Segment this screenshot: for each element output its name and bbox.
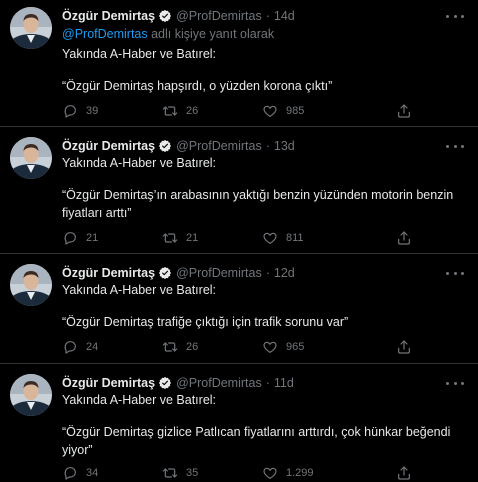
tweet[interactable]: Özgür Demirtaş @ProfDemirtas · 13d Yakın… xyxy=(0,127,478,254)
retweet-count: 21 xyxy=(186,232,199,244)
replying-to-label: @ProfDemirtas adlı kişiye yanıt olarak xyxy=(62,27,274,41)
retweet-icon xyxy=(162,230,178,246)
reply-count: 24 xyxy=(86,341,99,353)
tweet-text-quote: “Özgür Demirtaş gizlice Patlıcan fiyatla… xyxy=(62,425,454,457)
share-button[interactable] xyxy=(396,339,420,355)
reply-button[interactable]: 21 xyxy=(62,230,98,246)
tweet-text-quote: “Özgür Demirtaş’ın arabasının yaktığı be… xyxy=(62,188,457,220)
retweet-count: 26 xyxy=(186,341,199,353)
tweet-text-quote: “Özgür Demirtaş trafiğe çıktığı için tra… xyxy=(62,315,349,329)
reply-icon xyxy=(62,103,78,119)
like-count: 965 xyxy=(286,341,305,353)
tweet-timestamp[interactable]: 11d xyxy=(274,376,294,390)
reply-icon xyxy=(62,339,78,355)
tweet[interactable]: Özgür Demirtaş @ProfDemirtas · 11d Yakın… xyxy=(0,364,478,482)
like-button[interactable]: 1.299 xyxy=(262,465,314,481)
reply-count: 39 xyxy=(86,105,99,117)
share-icon xyxy=(396,103,412,119)
like-count: 1.299 xyxy=(286,467,314,479)
retweet-count: 26 xyxy=(186,105,199,117)
tweet-actions: 24 26 965 xyxy=(62,339,406,355)
verified-badge-icon xyxy=(158,9,172,23)
author-handle[interactable]: @ProfDemirtas xyxy=(176,9,262,23)
tweet-text-line1: Yakında A-Haber ve Batırel: xyxy=(62,156,217,170)
reply-button[interactable]: 24 xyxy=(62,339,98,355)
more-options-icon[interactable] xyxy=(446,11,464,21)
more-options-icon[interactable] xyxy=(446,268,464,278)
tweet-actions: 39 26 985 xyxy=(62,103,406,119)
retweet-button[interactable]: 21 xyxy=(162,230,198,246)
like-icon xyxy=(262,103,278,119)
retweet-button[interactable]: 35 xyxy=(162,465,198,481)
reply-icon xyxy=(62,230,78,246)
reply-button[interactable]: 39 xyxy=(62,103,98,119)
avatar[interactable] xyxy=(10,264,52,306)
share-button[interactable] xyxy=(396,103,420,119)
tweet-header: Özgür Demirtaş @ProfDemirtas · 13d xyxy=(62,137,295,155)
separator-dot: · xyxy=(265,139,270,153)
author-handle[interactable]: @ProfDemirtas xyxy=(176,139,262,153)
separator-dot: · xyxy=(265,9,270,23)
retweet-icon xyxy=(162,103,178,119)
author-name[interactable]: Özgür Demirtaş xyxy=(62,266,155,280)
more-options-icon[interactable] xyxy=(446,141,464,151)
retweet-button[interactable]: 26 xyxy=(162,103,198,119)
tweet-text-quote: “Özgür Demirtaş hapşırdı, o yüzden koron… xyxy=(62,79,333,93)
tweet[interactable]: Özgür Demirtaş @ProfDemirtas · 12d Yakın… xyxy=(0,254,478,364)
author-name[interactable]: Özgür Demirtaş xyxy=(62,9,155,23)
author-handle[interactable]: @ProfDemirtas xyxy=(176,376,262,390)
like-button[interactable]: 965 xyxy=(262,339,304,355)
like-count: 985 xyxy=(286,105,305,117)
author-name[interactable]: Özgür Demirtaş xyxy=(62,139,155,153)
share-icon xyxy=(396,230,412,246)
tweet-text-line1: Yakında A-Haber ve Batırel: xyxy=(62,283,217,297)
separator-dot: · xyxy=(265,266,270,280)
separator-dot: · xyxy=(265,376,270,390)
more-options-icon[interactable] xyxy=(446,378,464,388)
author-handle[interactable]: @ProfDemirtas xyxy=(176,266,262,280)
like-icon xyxy=(262,465,278,481)
reply-suffix: adlı kişiye yanıt olarak xyxy=(147,27,275,41)
reply-button[interactable]: 34 xyxy=(62,465,98,481)
share-button[interactable] xyxy=(396,465,420,481)
avatar[interactable] xyxy=(10,374,52,416)
share-icon xyxy=(396,339,412,355)
like-icon xyxy=(262,339,278,355)
reply-count: 34 xyxy=(86,467,99,479)
tweet-timestamp[interactable]: 14d xyxy=(274,9,295,23)
like-icon xyxy=(262,230,278,246)
share-button[interactable] xyxy=(396,230,420,246)
verified-badge-icon xyxy=(158,376,172,390)
tweet-header: Özgür Demirtaş @ProfDemirtas · 14d xyxy=(62,7,295,25)
like-button[interactable]: 985 xyxy=(262,103,304,119)
tweet-text-line1: Yakında A-Haber ve Batırel: xyxy=(62,47,217,61)
verified-badge-icon xyxy=(158,139,172,153)
tweet-timestamp[interactable]: 13d xyxy=(274,139,295,153)
retweet-count: 35 xyxy=(186,467,199,479)
tweet-header: Özgür Demirtaş @ProfDemirtas · 11d xyxy=(62,374,294,392)
tweet-actions: 34 35 1.299 xyxy=(62,465,406,481)
tweet-actions: 21 21 811 xyxy=(62,230,406,246)
tweet[interactable]: Özgür Demirtaş @ProfDemirtas · 14d @Prof… xyxy=(0,0,478,127)
avatar[interactable] xyxy=(10,137,52,179)
tweet-text-line1: Yakında A-Haber ve Batırel: xyxy=(62,393,217,407)
avatar[interactable] xyxy=(10,7,52,49)
like-button[interactable]: 811 xyxy=(262,230,304,246)
reply-icon xyxy=(62,465,78,481)
author-name[interactable]: Özgür Demirtaş xyxy=(62,376,155,390)
tweet-timestamp[interactable]: 12d xyxy=(274,266,295,280)
tweet-header: Özgür Demirtaş @ProfDemirtas · 12d xyxy=(62,264,295,282)
retweet-button[interactable]: 26 xyxy=(162,339,198,355)
reply-mention-link[interactable]: @ProfDemirtas xyxy=(62,27,148,41)
share-icon xyxy=(396,465,412,481)
retweet-icon xyxy=(162,465,178,481)
like-count: 811 xyxy=(286,232,304,244)
verified-badge-icon xyxy=(158,266,172,280)
retweet-icon xyxy=(162,339,178,355)
reply-count: 21 xyxy=(86,232,99,244)
